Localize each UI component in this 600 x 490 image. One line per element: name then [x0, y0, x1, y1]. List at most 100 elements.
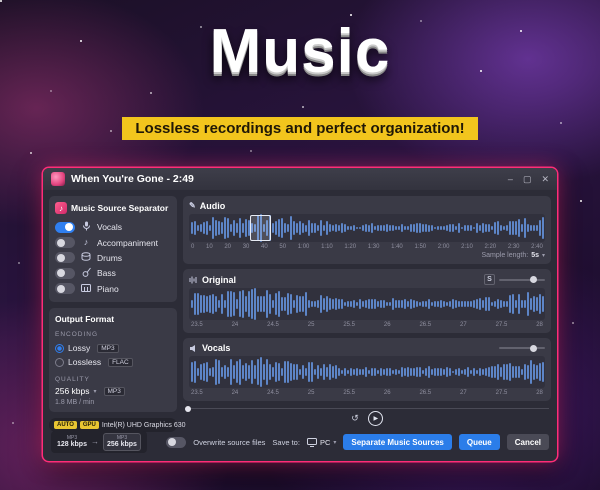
speaker-icon [189, 344, 198, 353]
original-volume-slider[interactable] [499, 279, 545, 281]
quality-value: 256 kbps [55, 386, 90, 396]
accompaniment-toggle[interactable] [55, 237, 75, 248]
format-badge: FLAC [108, 358, 133, 367]
radio-selected-icon [55, 344, 64, 353]
conversion-from: MP3 128 kbps [57, 435, 87, 449]
vocals-panel: Vocals 23.52424.52525.52626.52727.528 [183, 338, 551, 401]
scrollbar-handle[interactable] [185, 406, 191, 412]
music-note-icon: ♪ [80, 238, 92, 247]
stem-row-vocals: Vocals [55, 219, 171, 235]
stem-row-piano: Piano [55, 281, 171, 296]
vocals-panel-header: Vocals [189, 343, 545, 353]
vocals-panel-title: Vocals [202, 343, 230, 353]
source-separator-card: ♪ Music Source Separator Vocals ♪ Accom [49, 196, 177, 302]
stem-label: Bass [97, 268, 116, 278]
stem-label: Vocals [97, 222, 122, 232]
transport-controls: ↺ ▶ [183, 411, 551, 426]
vocals-volume-slider[interactable] [499, 347, 545, 349]
audio-panel-header: ✎ Audio [189, 201, 545, 211]
audio-time-ruler: 010203040501:001:101:201:301:401:502:002… [189, 244, 545, 250]
window-titlebar: When You're Gone - 2:49 – ▢ ✕ [43, 168, 557, 190]
footer-bar: MP3 128 kbps → MP3 256 kbps Overwrite so… [43, 428, 557, 461]
play-button[interactable]: ▶ [368, 411, 383, 426]
save-destination-value: PC [320, 438, 330, 447]
window-title: When You're Gone - 2:49 [71, 173, 194, 185]
drums-toggle[interactable] [55, 252, 75, 263]
waveform-bars [189, 288, 545, 320]
audio-waveform[interactable] [189, 214, 545, 242]
sidebar: ♪ Music Source Separator Vocals ♪ Accom [49, 196, 177, 422]
save-destination-dropdown[interactable]: PC ▾ [307, 438, 336, 447]
music-source-separator-icon: ♪ [55, 202, 67, 214]
waveform-bars [189, 214, 545, 242]
promo-page: Music Lossless recordings and perfect or… [0, 0, 600, 490]
chevron-down-icon: ▾ [542, 252, 545, 259]
original-panel: Original S 23.52424.52525.52626.52727.52… [183, 269, 551, 333]
hero-banner: Lossless recordings and perfect organiza… [122, 117, 477, 140]
bass-toggle[interactable] [55, 268, 75, 279]
format-badge: MP3 [97, 344, 118, 353]
overwrite-toggle[interactable] [166, 437, 186, 448]
source-separator-header: ♪ Music Source Separator [55, 202, 171, 214]
bitrate-conversion-badge: MP3 128 kbps → MP3 256 kbps [51, 431, 147, 453]
encoding-option-label: Lossless [68, 357, 101, 367]
audio-panel-title: Audio [200, 201, 226, 211]
source-separator-title: Music Source Separator [71, 203, 168, 213]
waveform-icon [189, 276, 198, 284]
from-bitrate: 128 kbps [57, 441, 87, 449]
overwrite-label: Overwrite source files [193, 438, 265, 447]
hero-title: Music [0, 16, 600, 87]
original-panel-header: Original S [189, 274, 545, 285]
stem-row-drums: Drums [55, 250, 171, 265]
piano-icon [80, 284, 92, 294]
quality-dropdown[interactable]: 256 kbps ▾ MP3 [55, 386, 171, 396]
vocals-toggle[interactable] [55, 222, 75, 233]
stem-label: Accompaniment [97, 238, 158, 248]
audio-panel: ✎ Audio 010203040501:001:101:201:301:401… [183, 196, 551, 264]
play-icon: ▶ [373, 415, 378, 422]
encoding-option-label: Lossy [68, 343, 90, 353]
encoding-option-lossy[interactable]: Lossy MP3 [55, 341, 171, 355]
edit-icon: ✎ [189, 202, 196, 210]
queue-button[interactable]: Queue [459, 434, 500, 450]
vocals-time-ruler: 23.52424.52525.52626.52727.528 [189, 390, 545, 396]
banner-wrap: Lossless recordings and perfect organiza… [0, 117, 600, 140]
solo-button[interactable]: S [484, 274, 495, 285]
output-format-header: Output Format [55, 314, 171, 324]
arrow-right-icon: → [91, 437, 99, 446]
conversion-to: MP3 256 kbps [103, 433, 141, 451]
bass-guitar-icon [80, 267, 92, 279]
footer-actions: Overwrite source files Save to: PC ▾ Sep… [166, 434, 549, 450]
drum-icon [80, 252, 92, 263]
quality-section-label: QUALITY [55, 376, 171, 383]
bitrate-size-info: 1.8 MB / min [55, 399, 171, 406]
stem-label: Piano [97, 284, 119, 294]
album-art-thumbnail [51, 172, 65, 186]
to-bitrate: 256 kbps [107, 441, 137, 449]
sample-length-value[interactable]: 5s [531, 252, 539, 259]
close-icon[interactable]: ✕ [541, 174, 549, 185]
stem-label: Drums [97, 253, 122, 263]
window-body: ♪ Music Source Separator Vocals ♪ Accom [43, 190, 557, 428]
vocals-waveform[interactable] [189, 356, 545, 388]
save-to-label: Save to: [272, 438, 300, 447]
main-area: ✎ Audio 010203040501:001:101:201:301:401… [183, 196, 551, 422]
piano-toggle[interactable] [55, 283, 75, 294]
original-panel-title: Original [202, 275, 236, 285]
encoding-option-lossless[interactable]: Lossless FLAC [55, 355, 171, 369]
original-waveform[interactable] [189, 288, 545, 320]
minimize-icon[interactable]: – [508, 174, 513, 185]
radio-icon [55, 358, 64, 367]
encoding-section-label: ENCODING [55, 331, 171, 338]
stem-row-accompaniment: ♪ Accompaniment [55, 235, 171, 250]
loop-icon[interactable]: ↺ [351, 414, 359, 423]
sample-selection-box[interactable] [250, 215, 272, 241]
waveform-bars [189, 356, 545, 388]
window-controls: – ▢ ✕ [508, 174, 549, 185]
cancel-button[interactable]: Cancel [507, 434, 549, 450]
separate-music-sources-button[interactable]: Separate Music Sources [343, 434, 451, 450]
maximize-icon[interactable]: ▢ [523, 174, 532, 185]
chevron-down-icon: ▾ [333, 439, 336, 446]
output-format-card: Output Format ENCODING Lossy MP3 Lossles… [49, 308, 177, 412]
app-window: When You're Gone - 2:49 – ▢ ✕ ♪ Music So… [43, 168, 557, 461]
